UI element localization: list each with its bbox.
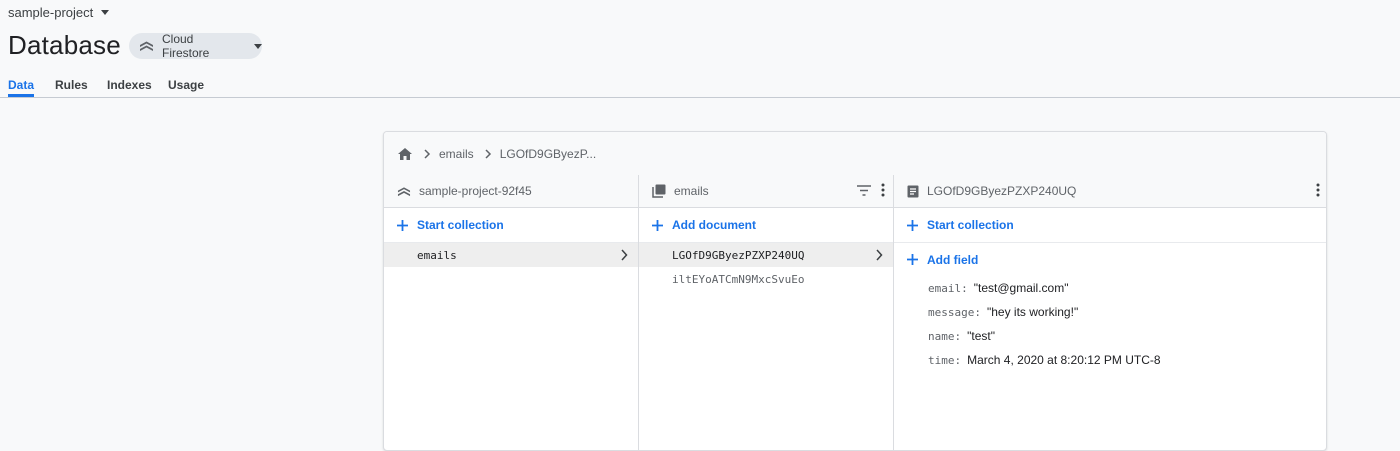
- list-item-label: LGOfD9GByezPZXP240UQ: [672, 248, 805, 262]
- chevron-right-icon: [423, 148, 431, 159]
- list-item-label: emails: [417, 248, 457, 262]
- add-field-label: Add field: [927, 252, 979, 267]
- start-collection-button[interactable]: Start collection: [894, 208, 1326, 243]
- project-selector[interactable]: sample-project: [8, 4, 110, 20]
- page-title: Database: [8, 30, 121, 60]
- start-collection-label: Start collection: [417, 218, 504, 232]
- field-key: name:: [928, 329, 962, 343]
- project-name: sample-project: [8, 4, 94, 20]
- plus-icon: [652, 219, 663, 231]
- chevron-right-icon: [875, 249, 883, 261]
- field-key: time:: [928, 353, 962, 367]
- collection-column: emails Add document LGOfD9GByezPZXP240UQ: [639, 175, 894, 450]
- home-icon[interactable]: [397, 147, 413, 161]
- field-key: email:: [928, 281, 968, 295]
- chevron-right-icon: [620, 249, 628, 261]
- chevron-down-icon: [101, 9, 110, 15]
- active-tab-indicator: [8, 94, 34, 97]
- tab-usage[interactable]: Usage: [168, 78, 204, 92]
- add-document-button[interactable]: Add document: [639, 208, 893, 243]
- column-title: sample-project-92f45: [419, 184, 532, 198]
- field-value: "test": [967, 329, 995, 343]
- column-title: LGOfD9GByezPZXP240UQ: [927, 184, 1077, 198]
- field-row[interactable]: name: "test": [894, 324, 1326, 348]
- field-key: message:: [928, 305, 981, 319]
- tab-rules[interactable]: Rules: [55, 78, 88, 92]
- chevron-right-icon: [484, 148, 492, 159]
- filter-icon[interactable]: [857, 184, 871, 196]
- add-document-label: Add document: [672, 218, 756, 232]
- data-panel: emails LGOfD9GByezP... sample-project-92…: [383, 131, 1327, 451]
- root-column: sample-project-92f45 Start collection em…: [384, 175, 639, 450]
- document-column: LGOfD9GByezPZXP240UQ Start collection Ad…: [894, 175, 1326, 450]
- list-item-collection[interactable]: emails: [384, 243, 638, 267]
- field-row[interactable]: email: "test@gmail.com": [894, 276, 1326, 300]
- column-header: LGOfD9GByezPZXP240UQ: [894, 175, 1326, 208]
- firestore-icon: [139, 39, 154, 53]
- start-collection-label: Start collection: [927, 218, 1014, 232]
- start-collection-button[interactable]: Start collection: [384, 208, 638, 243]
- tab-data[interactable]: Data: [8, 78, 34, 92]
- column-header: sample-project-92f45: [384, 175, 638, 208]
- column-header: emails: [639, 175, 893, 208]
- more-vert-icon[interactable]: [1316, 183, 1320, 197]
- collection-icon: [652, 184, 666, 198]
- firestore-icon: [397, 185, 411, 198]
- field-row[interactable]: message: "hey its working!": [894, 300, 1326, 324]
- field-value: March 4, 2020 at 8:20:12 PM UTC-8: [967, 353, 1161, 367]
- database-selector[interactable]: Cloud Firestore: [129, 32, 262, 60]
- document-icon: [907, 185, 919, 198]
- tab-bar: Data Rules Indexes Usage: [0, 72, 1400, 98]
- list-item-document[interactable]: iltEYoATCmN9MxcSvuEo: [639, 267, 893, 291]
- breadcrumb-item-collection[interactable]: emails: [439, 147, 474, 161]
- plus-icon: [397, 219, 408, 231]
- field-row[interactable]: time: March 4, 2020 at 8:20:12 PM UTC-8: [894, 348, 1326, 372]
- breadcrumb: emails LGOfD9GByezP...: [384, 132, 1326, 176]
- field-value: "test@gmail.com": [973, 281, 1069, 295]
- tab-indexes[interactable]: Indexes: [107, 78, 152, 92]
- breadcrumb-item-document[interactable]: LGOfD9GByezP...: [500, 147, 597, 161]
- chevron-down-icon: [254, 43, 262, 49]
- add-field-button[interactable]: Add field: [894, 243, 1326, 276]
- plus-icon: [907, 254, 918, 265]
- column-title: emails: [674, 184, 709, 198]
- list-item-label: iltEYoATCmN9MxcSvuEo: [672, 272, 805, 286]
- more-vert-icon[interactable]: [881, 183, 885, 197]
- plus-icon: [907, 219, 918, 231]
- database-selector-label: Cloud Firestore: [162, 32, 210, 60]
- field-value: "hey its working!": [986, 305, 1079, 319]
- list-item-document[interactable]: LGOfD9GByezPZXP240UQ: [639, 243, 893, 267]
